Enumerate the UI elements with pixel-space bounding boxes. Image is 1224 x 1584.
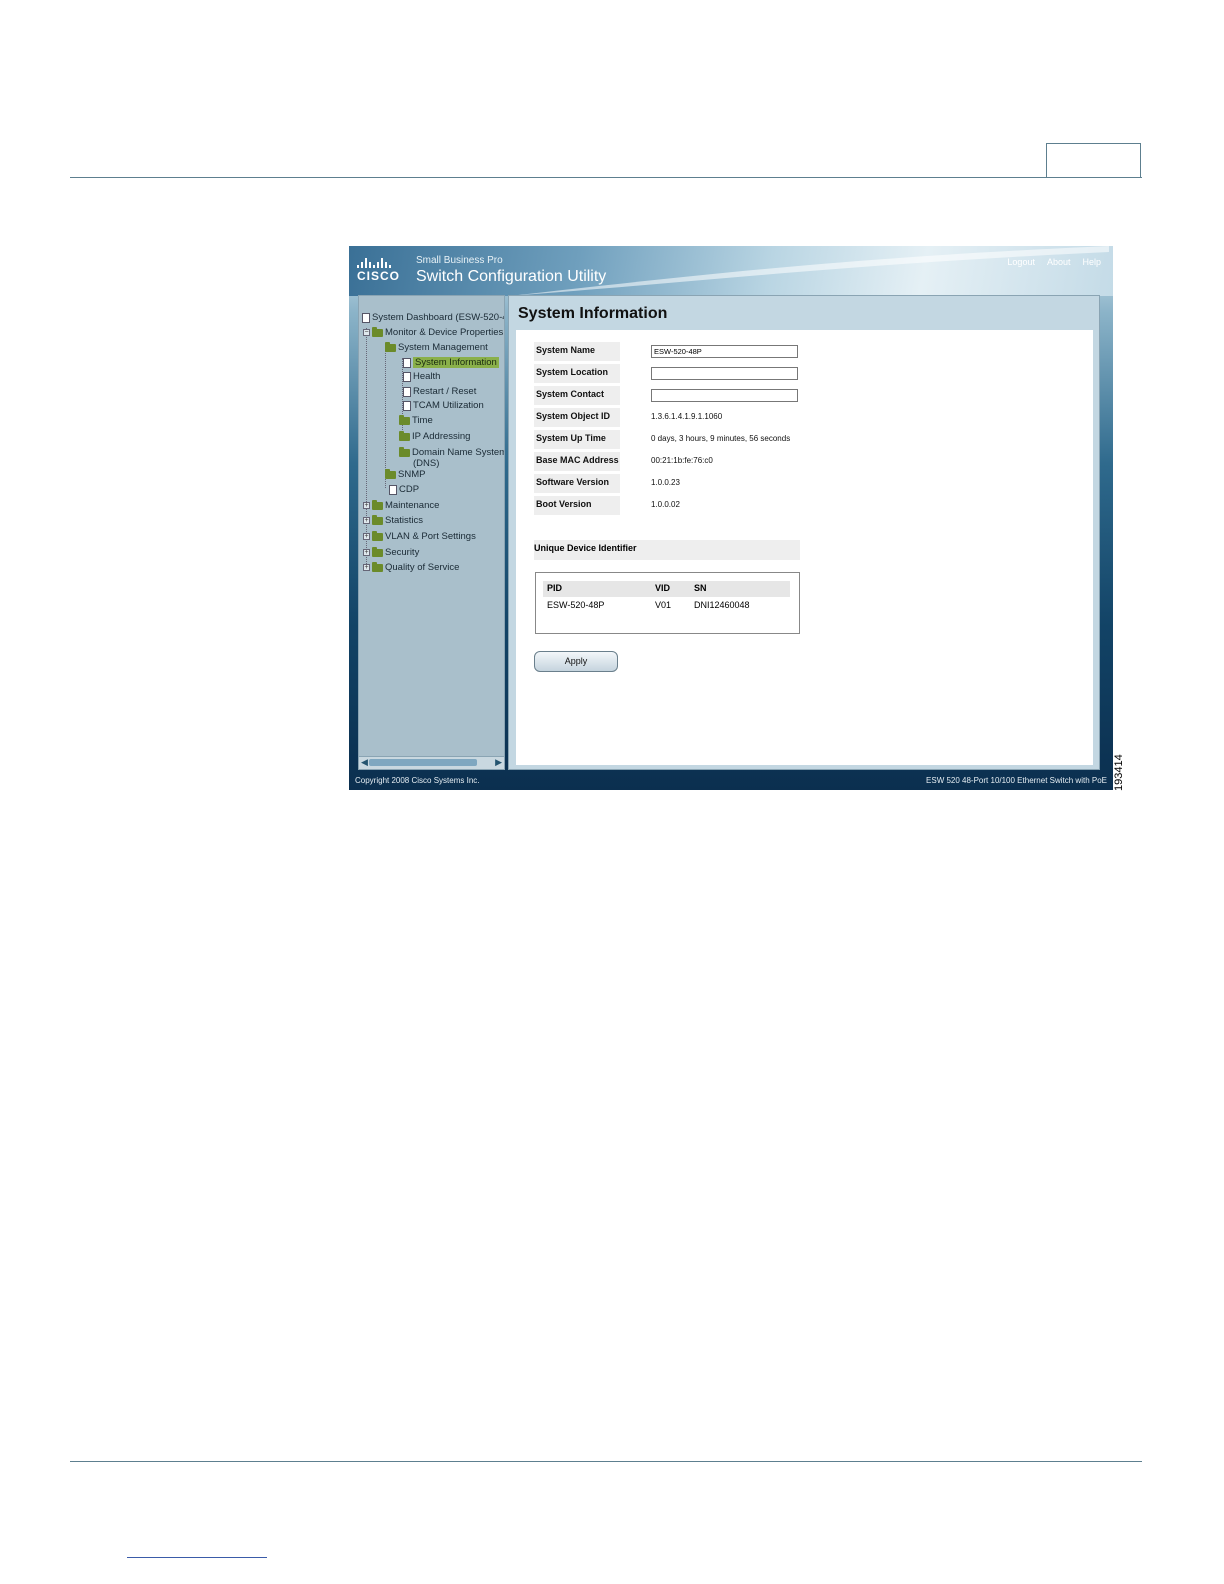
folder-icon [399, 430, 410, 441]
nav-item-time[interactable]: Time [399, 414, 433, 426]
footer-product: ESW 520 48-Port 10/100 Ethernet Switch w… [926, 776, 1107, 785]
collapse-icon[interactable]: − [363, 329, 370, 336]
app-title: Switch Configuration Utility [416, 268, 607, 285]
system-contact-label: System Contact [534, 386, 620, 405]
system-location-label: System Location [534, 364, 620, 383]
folder-icon [385, 341, 396, 352]
udi-col-pid: PID [543, 581, 651, 597]
udi-col-vid: VID [651, 581, 690, 597]
folder-icon [372, 530, 383, 541]
folder-icon [372, 499, 383, 510]
udi-pid-value: ESW-520-48P [547, 600, 605, 610]
folder-icon [372, 546, 383, 557]
nav-item-snmp[interactable]: SNMP [385, 468, 425, 480]
folder-icon [372, 561, 383, 572]
nav-item-vlan-port[interactable]: + VLAN & Port Settings [363, 530, 476, 542]
object-id-value: 1.3.6.1.4.1.9.1.1060 [651, 412, 723, 421]
screenshot-window: CISCO Small Business Pro Switch Configur… [349, 246, 1113, 790]
uptime-label: System Up Time [534, 430, 620, 449]
system-name-label: System Name [534, 342, 620, 361]
footer-copyright: Copyright 2008 Cisco Systems Inc. [355, 776, 480, 785]
page-icon [389, 484, 397, 495]
system-contact-input[interactable] [651, 389, 798, 402]
nav-item-health[interactable]: Health [403, 371, 440, 382]
figure-id: 193414 [1113, 754, 1125, 791]
expand-icon[interactable]: + [363, 564, 370, 571]
app-header: CISCO Small Business Pro Switch Configur… [349, 246, 1113, 296]
brand-subtitle: Small Business Pro [416, 255, 503, 266]
udi-table: PID VID SN ESW-520-48P V01 DNI12460048 [535, 572, 800, 634]
nav-item-monitor-device[interactable]: − Monitor & Device Properties [363, 326, 503, 338]
footer-link-underline [127, 1557, 267, 1558]
page-icon [403, 357, 411, 368]
uptime-value: 0 days, 3 hours, 9 minutes, 56 seconds [651, 434, 791, 443]
udi-sn-value: DNI12460048 [694, 600, 750, 610]
nav-item-ip-addressing[interactable]: IP Addressing [399, 430, 470, 442]
nav-item-system-dashboard[interactable]: System Dashboard (ESW-520-4 [362, 312, 504, 323]
page-icon [403, 371, 411, 382]
nav-item-statistics[interactable]: + Statistics [363, 514, 423, 526]
folder-icon [372, 514, 383, 525]
page-header-rule [70, 177, 1142, 178]
nav-item-tcam-utilization[interactable]: TCAM Utilization [403, 400, 484, 411]
page-icon [403, 386, 411, 397]
software-version-value: 1.0.0.23 [651, 478, 680, 487]
nav-tree: System Dashboard (ESW-520-4 − Monitor & … [358, 295, 505, 770]
folder-icon [399, 446, 410, 457]
chapter-tab-box [1046, 143, 1141, 178]
system-name-input[interactable] [651, 345, 798, 358]
software-version-label: Software Version [534, 474, 620, 493]
boot-version-label: Boot Version [534, 496, 620, 515]
nav-item-system-management[interactable]: System Management [385, 341, 488, 353]
nav-item-system-information[interactable]: System Information [403, 357, 499, 368]
udi-col-sn: SN [690, 581, 790, 597]
nav-item-dns[interactable]: Domain Name System [399, 446, 504, 458]
apply-button[interactable]: Apply [534, 651, 618, 672]
scroll-thumb[interactable] [369, 759, 477, 766]
boot-version-value: 1.0.0.02 [651, 500, 680, 509]
cisco-logo: CISCO [357, 258, 399, 284]
nav-item-restart-reset[interactable]: Restart / Reset [403, 386, 476, 397]
top-links: Logout About Help [1007, 257, 1101, 267]
page-icon [403, 400, 411, 411]
content-panel: System Information System Name System Lo… [508, 295, 1100, 770]
cisco-wordmark: CISCO [357, 269, 401, 283]
system-location-input[interactable] [651, 367, 798, 380]
content-body: System Name System Location System Conta… [516, 330, 1093, 765]
scroll-right-icon[interactable]: ▶ [495, 757, 502, 768]
page-footer-rule [70, 1461, 1142, 1462]
expand-icon[interactable]: + [363, 549, 370, 556]
folder-icon [372, 326, 383, 337]
nav-item-maintenance[interactable]: + Maintenance [363, 499, 439, 511]
scroll-left-icon[interactable]: ◀ [361, 757, 368, 768]
help-link[interactable]: Help [1082, 257, 1101, 267]
about-link[interactable]: About [1047, 257, 1071, 267]
logout-link[interactable]: Logout [1007, 257, 1035, 267]
nav-item-security[interactable]: + Security [363, 546, 419, 558]
mac-value: 00:21:1b:fe:76:c0 [651, 456, 713, 465]
nav-horizontal-scrollbar[interactable]: ◀ ▶ [359, 756, 504, 769]
expand-icon[interactable]: + [363, 517, 370, 524]
nav-item-qos[interactable]: + Quality of Service [363, 561, 459, 573]
nav-item-cdp[interactable]: CDP [389, 484, 419, 495]
nav-item-dns-line2: (DNS) [413, 458, 440, 469]
page-title: System Information [518, 305, 668, 322]
expand-icon[interactable]: + [363, 533, 370, 540]
udi-vid-value: V01 [655, 600, 672, 610]
page-icon [362, 312, 370, 323]
udi-heading: Unique Device Identifier [534, 540, 800, 560]
folder-icon [399, 414, 410, 425]
mac-label: Base MAC Address [534, 452, 620, 471]
expand-icon[interactable]: + [363, 502, 370, 509]
object-id-label: System Object ID [534, 408, 620, 427]
folder-icon [385, 468, 396, 479]
